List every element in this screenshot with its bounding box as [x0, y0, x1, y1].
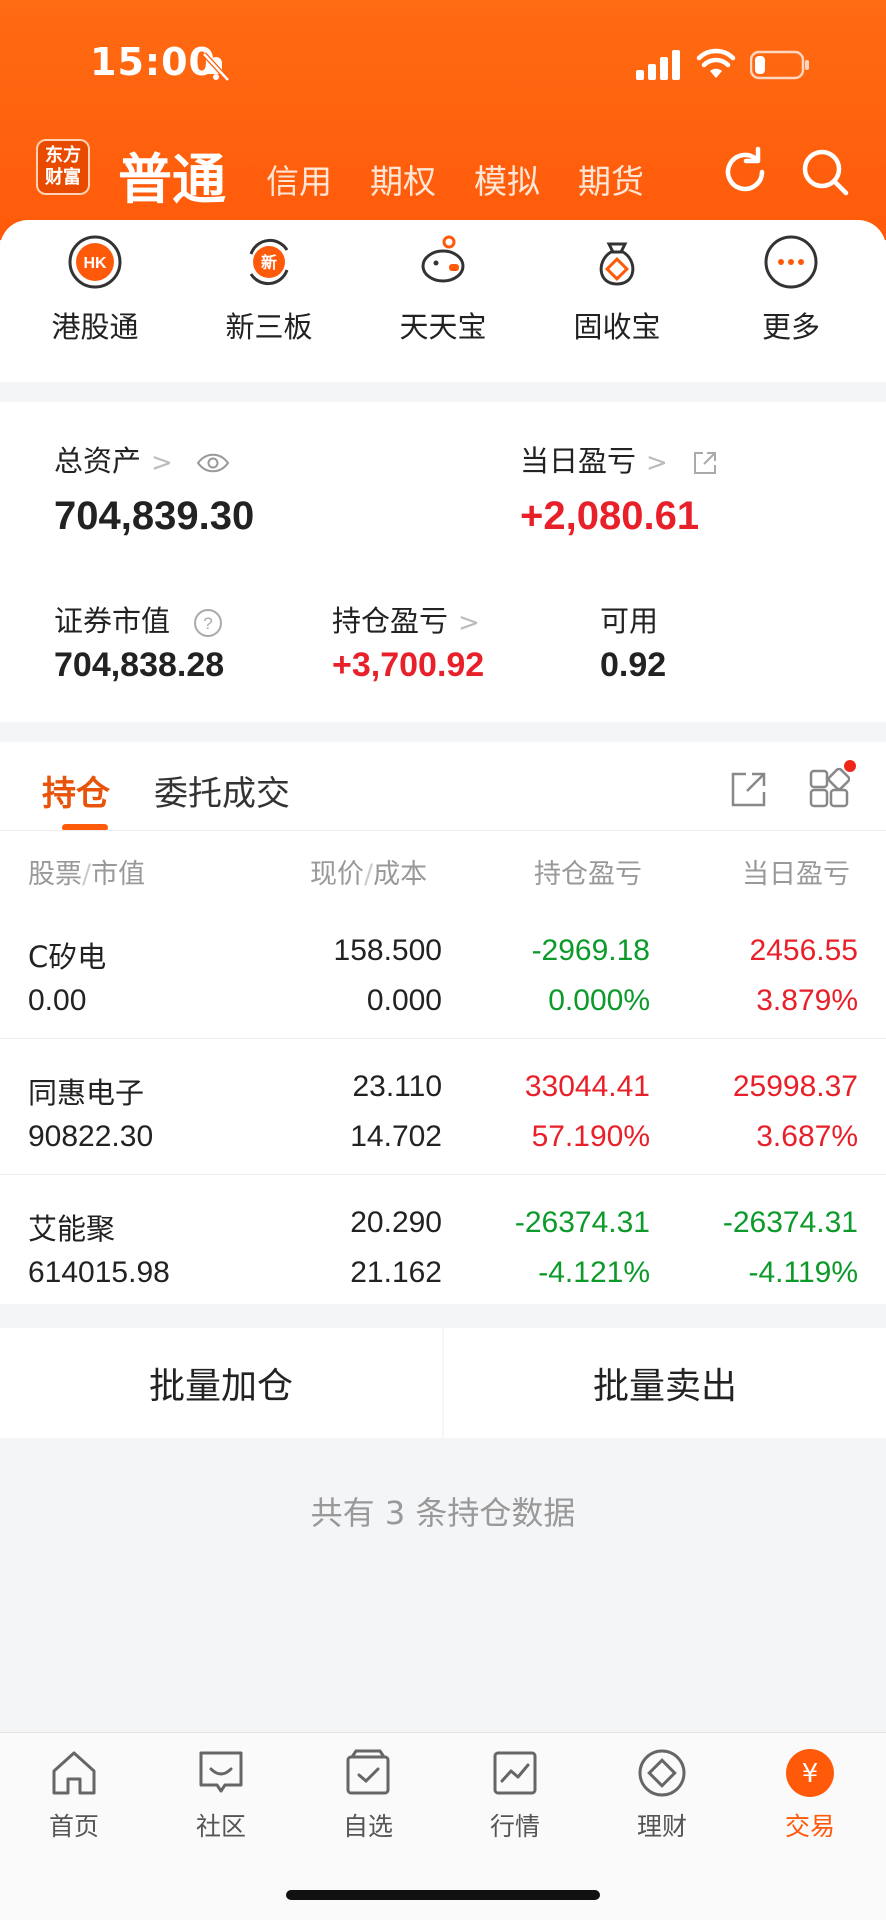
- col-daily-pnl: 当日盈亏: [742, 859, 850, 890]
- cellular-signal-icon: [636, 50, 680, 80]
- nav-finance[interactable]: 理财: [602, 1747, 722, 1843]
- tab-orders[interactable]: 委托成交: [154, 766, 290, 815]
- divider: [0, 1174, 886, 1175]
- nav-home[interactable]: 首页: [14, 1747, 134, 1843]
- external-link-icon[interactable]: [691, 449, 719, 477]
- available-label: 可用: [600, 604, 659, 638]
- market-value-label: 证券市值 ?: [54, 598, 223, 640]
- col-stock-market: 股票/市值: [28, 859, 146, 890]
- quick-more[interactable]: 更多: [716, 234, 866, 374]
- position-pnl-value: +3,700.92: [332, 646, 485, 684]
- tab-simulation[interactable]: 模拟: [474, 155, 540, 203]
- trade-icon: ¥: [786, 1749, 834, 1797]
- tab-normal[interactable]: 普通: [118, 135, 226, 214]
- positions-card: 持仓 委托成交 股票/市值 现价/成本 持仓盈亏 当日盈亏 C矽电 0.00 1…: [0, 742, 886, 1304]
- eastmoney-logo: 东方 财富: [36, 139, 90, 195]
- holdings-summary: 共有 3 条持仓数据: [310, 1494, 576, 1532]
- nav-market[interactable]: 行情: [455, 1747, 575, 1843]
- finance-icon: [638, 1749, 686, 1797]
- new-board-icon: 新: [249, 238, 289, 286]
- divider: [0, 830, 886, 831]
- quick-gushoubao[interactable]: 固收宝: [542, 234, 692, 374]
- col-position-pnl: 持仓盈亏: [534, 859, 642, 890]
- account-type-nav: 东方 财富 普通 信用 期权 模拟 期货: [0, 135, 886, 215]
- money-bag-icon: [599, 242, 635, 286]
- col-price-cost: 现价/成本: [310, 859, 428, 890]
- quick-tiantianbao[interactable]: 天天宝: [368, 234, 518, 374]
- total-assets-label[interactable]: 总资产 >: [54, 438, 230, 480]
- refresh-icon[interactable]: [718, 145, 772, 199]
- position-pnl-label[interactable]: 持仓盈亏 >: [332, 598, 480, 640]
- notification-dot: [844, 760, 856, 772]
- watchlist-icon: [346, 1749, 390, 1795]
- community-icon: [199, 1751, 243, 1793]
- svg-text:新: 新: [261, 253, 277, 272]
- home-icon: [52, 1751, 96, 1795]
- svg-text:HK: HK: [83, 255, 107, 272]
- quick-actions-card: HK 港股通 新 新三板 天天宝 固收宝 更多: [0, 220, 886, 382]
- bell-muted-icon: [202, 52, 230, 82]
- daily-pnl-label[interactable]: 当日盈亏 >: [520, 438, 719, 480]
- wifi-icon: [696, 48, 736, 78]
- total-assets-value: 704,839.30: [54, 494, 255, 538]
- status-bar: 15:00: [0, 0, 886, 130]
- piggy-bank-icon: [421, 235, 465, 283]
- tab-credit[interactable]: 信用: [266, 155, 332, 203]
- asset-summary-card: 总资产 > 704,839.30 当日盈亏 > +2,080.61 证券市值 ? 7…: [0, 402, 886, 722]
- svg-text:¥: ¥: [802, 1759, 819, 1789]
- table-row[interactable]: C矽电 0.00 158.500 0.000 -2969.18 0.000% 2…: [0, 918, 886, 1052]
- battery-low-icon: [750, 50, 809, 80]
- quick-new-third-board[interactable]: 新 新三板: [194, 234, 344, 374]
- divider: [0, 1038, 886, 1039]
- tab-options[interactable]: 期权: [370, 155, 436, 203]
- nav-community[interactable]: 社区: [161, 1747, 281, 1843]
- app-header: 15:00 东方 财富 普通 信用 期权 模拟 期货: [0, 0, 886, 240]
- tab-futures[interactable]: 期货: [578, 155, 644, 203]
- tab-holdings[interactable]: 持仓: [42, 766, 110, 815]
- share-icon[interactable]: [728, 768, 770, 810]
- chevron-right-icon: >: [458, 608, 480, 638]
- nav-trade[interactable]: ¥ 交易: [750, 1747, 870, 1843]
- market-icon: [493, 1751, 537, 1795]
- table-row[interactable]: 艾能聚 614015.98 20.290 21.162 -26374.31 -4…: [0, 1188, 886, 1322]
- more-icon: [764, 235, 818, 289]
- help-icon[interactable]: ?: [193, 608, 223, 638]
- search-icon[interactable]: [798, 145, 852, 199]
- daily-pnl-value: +2,080.61: [520, 494, 700, 538]
- available-value: 0.92: [600, 646, 667, 684]
- batch-sell-button[interactable]: 批量卖出: [444, 1328, 886, 1438]
- chevron-right-icon: >: [151, 448, 173, 478]
- quick-hk-connect[interactable]: HK 港股通: [20, 234, 170, 374]
- nav-watchlist[interactable]: 自选: [308, 1747, 428, 1843]
- eye-icon[interactable]: [196, 452, 230, 474]
- home-indicator: [286, 1890, 600, 1900]
- chevron-right-icon: >: [646, 448, 668, 478]
- layout-grid-icon[interactable]: [808, 768, 850, 810]
- market-value-value: 704,838.28: [54, 646, 225, 684]
- hk-icon: HK: [68, 235, 122, 289]
- batch-add-button[interactable]: 批量加仓: [0, 1328, 442, 1438]
- svg-text:?: ?: [204, 614, 213, 633]
- table-row[interactable]: 同惠电子 90822.30 23.110 14.702 33044.41 57.…: [0, 1052, 886, 1186]
